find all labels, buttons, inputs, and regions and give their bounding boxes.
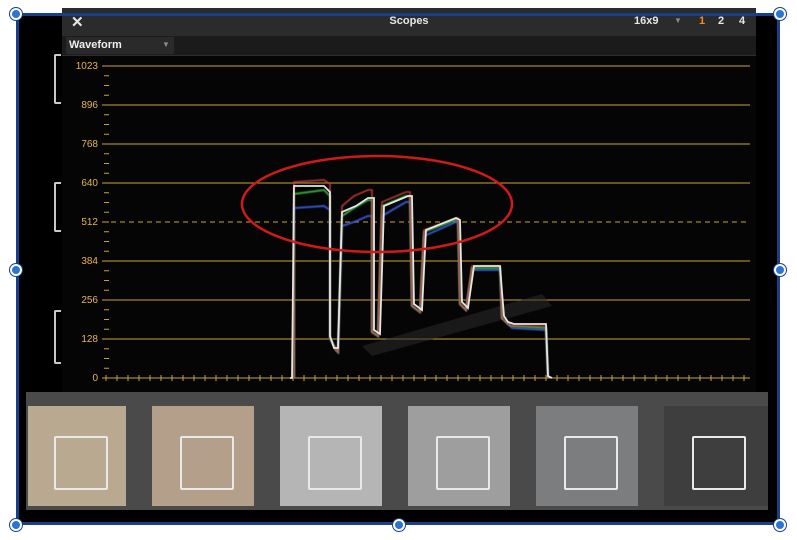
resize-handle-left[interactable]: [10, 264, 22, 276]
resize-handle-bottom-right[interactable]: [774, 519, 786, 531]
resize-handle-right[interactable]: [774, 264, 786, 276]
resize-handle-bottom-left[interactable]: [10, 519, 22, 531]
resize-handle-bottom[interactable]: [393, 519, 405, 531]
resize-handle-top-right[interactable]: [774, 8, 786, 20]
selection-frame[interactable]: [16, 13, 780, 525]
canvas: ✕ Scopes 16x9 ▼ 1 2 4 Waveform ▼ 1023 89…: [0, 0, 797, 540]
resize-handle-top-left[interactable]: [10, 8, 22, 20]
